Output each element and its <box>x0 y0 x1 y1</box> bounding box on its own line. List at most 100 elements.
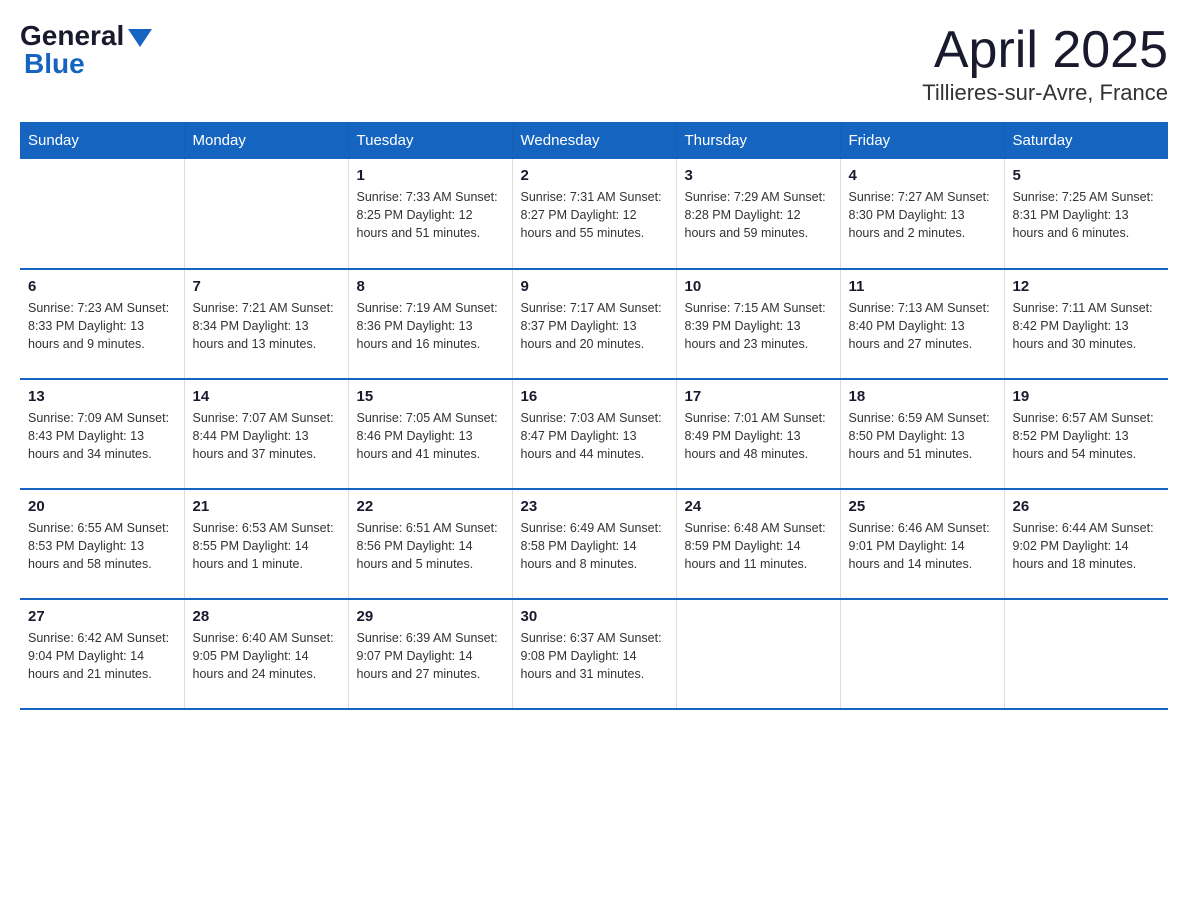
day-info: Sunrise: 7:23 AM Sunset: 8:33 PM Dayligh… <box>28 299 176 353</box>
day-info: Sunrise: 7:17 AM Sunset: 8:37 PM Dayligh… <box>521 299 668 353</box>
logo: General Blue <box>20 20 152 80</box>
day-number: 13 <box>28 388 176 405</box>
calendar-cell: 28 Sunrise: 6:40 AM Sunset: 9:05 PM Dayli… <box>184 599 348 709</box>
calendar-cell: 21Sunrise: 6:53 AM Sunset: 8:55 PM Dayli… <box>184 489 348 599</box>
calendar-cell <box>184 159 348 269</box>
calendar-cell: 30 Sunrise: 6:37 AM Sunset: 9:08 PM Dayli… <box>512 599 676 709</box>
calendar-cell: 8 Sunrise: 7:19 AM Sunset: 8:36 PM Daylig… <box>348 269 512 379</box>
day-number: 12 <box>1013 278 1161 295</box>
day-number: 23 <box>521 498 668 515</box>
calendar-cell <box>1004 599 1168 709</box>
day-number: 17 <box>685 388 832 405</box>
day-info: Sunrise: 7:31 AM Sunset: 8:27 PM Dayligh… <box>521 188 668 242</box>
calendar-cell: 19Sunrise: 6:57 AM Sunset: 8:52 PM Dayli… <box>1004 379 1168 489</box>
day-info: Sunrise: 7:13 AM Sunset: 8:40 PM Dayligh… <box>849 299 996 353</box>
day-info: Sunrise: 6:57 AM Sunset: 8:52 PM Dayligh… <box>1013 409 1161 463</box>
day-number: 27 <box>28 608 176 625</box>
day-info: Sunrise: 7:29 AM Sunset: 8:28 PM Dayligh… <box>685 188 832 242</box>
day-info: Sunrise: 7:07 AM Sunset: 8:44 PM Dayligh… <box>193 409 340 463</box>
calendar-cell: 7 Sunrise: 7:21 AM Sunset: 8:34 PM Daylig… <box>184 269 348 379</box>
day-info: Sunrise: 6:39 AM Sunset: 9:07 PM Dayligh… <box>357 629 504 683</box>
calendar-header-tuesday: Tuesday <box>348 122 512 159</box>
calendar-header-wednesday: Wednesday <box>512 122 676 159</box>
day-info: Sunrise: 6:49 AM Sunset: 8:58 PM Dayligh… <box>521 519 668 573</box>
calendar-cell: 9 Sunrise: 7:17 AM Sunset: 8:37 PM Daylig… <box>512 269 676 379</box>
day-number: 20 <box>28 498 176 515</box>
day-info: Sunrise: 6:46 AM Sunset: 9:01 PM Dayligh… <box>849 519 996 573</box>
day-info: Sunrise: 7:05 AM Sunset: 8:46 PM Dayligh… <box>357 409 504 463</box>
day-info: Sunrise: 7:01 AM Sunset: 8:49 PM Dayligh… <box>685 409 832 463</box>
calendar-cell: 15 Sunrise: 7:05 AM Sunset: 8:46 PM Dayli… <box>348 379 512 489</box>
day-number: 5 <box>1013 167 1161 184</box>
day-number: 18 <box>849 388 996 405</box>
calendar-cell: 18 Sunrise: 6:59 AM Sunset: 8:50 PM Dayli… <box>840 379 1004 489</box>
day-number: 7 <box>193 278 340 295</box>
page-title: April 2025 <box>922 20 1168 80</box>
day-info: Sunrise: 7:21 AM Sunset: 8:34 PM Dayligh… <box>193 299 340 353</box>
day-info: Sunrise: 7:03 AM Sunset: 8:47 PM Dayligh… <box>521 409 668 463</box>
calendar-cell: 16 Sunrise: 7:03 AM Sunset: 8:47 PM Dayli… <box>512 379 676 489</box>
calendar-cell: 24 Sunrise: 6:48 AM Sunset: 8:59 PM Dayli… <box>676 489 840 599</box>
day-info: Sunrise: 6:37 AM Sunset: 9:08 PM Dayligh… <box>521 629 668 683</box>
day-info: Sunrise: 6:44 AM Sunset: 9:02 PM Dayligh… <box>1013 519 1161 573</box>
day-number: 22 <box>357 498 504 515</box>
day-info: Sunrise: 6:48 AM Sunset: 8:59 PM Dayligh… <box>685 519 832 573</box>
title-block: April 2025 Tillieres-sur-Avre, France <box>922 20 1168 106</box>
day-number: 29 <box>357 608 504 625</box>
day-info: Sunrise: 7:19 AM Sunset: 8:36 PM Dayligh… <box>357 299 504 353</box>
day-number: 26 <box>1013 498 1161 515</box>
day-number: 8 <box>357 278 504 295</box>
page-subtitle: Tillieres-sur-Avre, France <box>922 80 1168 106</box>
day-info: Sunrise: 6:59 AM Sunset: 8:50 PM Dayligh… <box>849 409 996 463</box>
calendar-cell: 5Sunrise: 7:25 AM Sunset: 8:31 PM Daylig… <box>1004 159 1168 269</box>
day-number: 21 <box>193 498 340 515</box>
day-info: Sunrise: 6:42 AM Sunset: 9:04 PM Dayligh… <box>28 629 176 683</box>
day-number: 9 <box>521 278 668 295</box>
day-info: Sunrise: 7:09 AM Sunset: 8:43 PM Dayligh… <box>28 409 176 463</box>
calendar-cell <box>20 159 184 269</box>
logo-blue-text: Blue <box>20 48 85 80</box>
day-number: 25 <box>849 498 996 515</box>
day-number: 2 <box>521 167 668 184</box>
day-number: 28 <box>193 608 340 625</box>
day-number: 3 <box>685 167 832 184</box>
day-number: 11 <box>849 278 996 295</box>
calendar-week-row: 6 Sunrise: 7:23 AM Sunset: 8:33 PM Daylig… <box>20 269 1168 379</box>
day-info: Sunrise: 7:11 AM Sunset: 8:42 PM Dayligh… <box>1013 299 1161 353</box>
calendar-cell: 10Sunrise: 7:15 AM Sunset: 8:39 PM Dayli… <box>676 269 840 379</box>
calendar-cell: 25 Sunrise: 6:46 AM Sunset: 9:01 PM Dayli… <box>840 489 1004 599</box>
calendar-week-row: 27 Sunrise: 6:42 AM Sunset: 9:04 PM Dayli… <box>20 599 1168 709</box>
day-number: 30 <box>521 608 668 625</box>
calendar-week-row: 20Sunrise: 6:55 AM Sunset: 8:53 PM Dayli… <box>20 489 1168 599</box>
calendar-cell: 1Sunrise: 7:33 AM Sunset: 8:25 PM Daylig… <box>348 159 512 269</box>
calendar-cell: 6 Sunrise: 7:23 AM Sunset: 8:33 PM Daylig… <box>20 269 184 379</box>
day-number: 24 <box>685 498 832 515</box>
calendar-cell: 22 Sunrise: 6:51 AM Sunset: 8:56 PM Dayli… <box>348 489 512 599</box>
calendar-cell: 3 Sunrise: 7:29 AM Sunset: 8:28 PM Daylig… <box>676 159 840 269</box>
day-info: Sunrise: 6:40 AM Sunset: 9:05 PM Dayligh… <box>193 629 340 683</box>
calendar-cell <box>840 599 1004 709</box>
day-number: 16 <box>521 388 668 405</box>
calendar-cell: 20Sunrise: 6:55 AM Sunset: 8:53 PM Dayli… <box>20 489 184 599</box>
calendar-cell: 26 Sunrise: 6:44 AM Sunset: 9:02 PM Dayli… <box>1004 489 1168 599</box>
day-number: 6 <box>28 278 176 295</box>
calendar-cell <box>676 599 840 709</box>
day-number: 14 <box>193 388 340 405</box>
calendar-cell: 4 Sunrise: 7:27 AM Sunset: 8:30 PM Daylig… <box>840 159 1004 269</box>
day-number: 15 <box>357 388 504 405</box>
day-number: 4 <box>849 167 996 184</box>
calendar-header-friday: Friday <box>840 122 1004 159</box>
page-header: General Blue April 2025 Tillieres-sur-Av… <box>20 20 1168 106</box>
calendar-cell: 14 Sunrise: 7:07 AM Sunset: 8:44 PM Dayli… <box>184 379 348 489</box>
day-info: Sunrise: 7:33 AM Sunset: 8:25 PM Dayligh… <box>357 188 504 242</box>
day-info: Sunrise: 7:27 AM Sunset: 8:30 PM Dayligh… <box>849 188 996 242</box>
calendar-cell: 23 Sunrise: 6:49 AM Sunset: 8:58 PM Dayli… <box>512 489 676 599</box>
calendar-cell: 27 Sunrise: 6:42 AM Sunset: 9:04 PM Dayli… <box>20 599 184 709</box>
calendar-cell: 11 Sunrise: 7:13 AM Sunset: 8:40 PM Dayli… <box>840 269 1004 379</box>
day-info: Sunrise: 6:51 AM Sunset: 8:56 PM Dayligh… <box>357 519 504 573</box>
calendar-week-row: 1Sunrise: 7:33 AM Sunset: 8:25 PM Daylig… <box>20 159 1168 269</box>
calendar-header-sunday: Sunday <box>20 122 184 159</box>
day-number: 10 <box>685 278 832 295</box>
calendar-header-thursday: Thursday <box>676 122 840 159</box>
calendar-cell: 17 Sunrise: 7:01 AM Sunset: 8:49 PM Dayli… <box>676 379 840 489</box>
